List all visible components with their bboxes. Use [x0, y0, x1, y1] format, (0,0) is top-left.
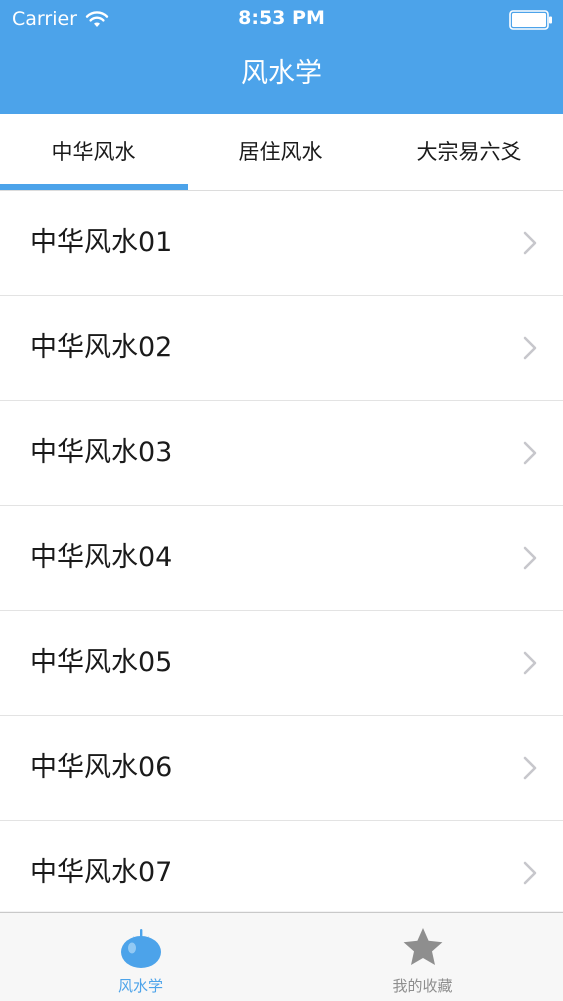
chevron-right-icon: [523, 651, 537, 675]
tabbar-item-fengshuixue[interactable]: 风水学: [0, 913, 281, 1001]
tomato-icon: [120, 929, 161, 968]
list-item-label: 中华风水02: [30, 332, 173, 363]
chevron-right-icon: [523, 231, 537, 255]
bottom-tab-bar: 风水学 我的收藏: [0, 912, 563, 1001]
chevron-right-icon: [523, 756, 537, 780]
list-item[interactable]: 中华风水03: [0, 401, 563, 506]
battery-icon: [509, 10, 552, 30]
list-item[interactable]: 中华风水05: [0, 611, 563, 716]
list-item[interactable]: 中华风水01: [0, 191, 563, 296]
chevron-right-icon: [523, 441, 537, 465]
list-item-label: 中华风水06: [30, 752, 173, 783]
tabbar-label: 风水学: [117, 977, 163, 995]
category-tabs: 中华风水 居住风水 大宗易六爻: [0, 114, 563, 191]
star-icon: [403, 928, 442, 965]
list-item-label: 中华风水04: [30, 542, 173, 573]
list-item[interactable]: 中华风水07: [0, 821, 563, 911]
app-screen: Carrier 8:53 PM 风水学 中华风水 居住风水 大宗易六爻 中华风水…: [0, 0, 563, 1001]
chevron-right-icon: [523, 546, 537, 570]
status-bar: Carrier 8:53 PM: [0, 0, 563, 40]
chevron-right-icon: [523, 861, 537, 885]
list-item[interactable]: 中华风水06: [0, 716, 563, 821]
list-item-label: 中华风水05: [30, 647, 173, 678]
tab-juzhu-fengshui[interactable]: 居住风水: [187, 114, 374, 190]
tab-dazong-yi-liuyao[interactable]: 大宗易六爻: [375, 114, 563, 190]
list-item[interactable]: 中华风水04: [0, 506, 563, 611]
selected-tab-indicator: [0, 184, 188, 190]
list-item-label: 中华风水03: [30, 437, 173, 468]
page-title: 风水学: [241, 58, 322, 89]
article-list: 中华风水01 中华风水02 中华风水03 中华风水04 中华风水05 中华风水0…: [0, 191, 563, 911]
tabbar-item-favorites[interactable]: 我的收藏: [282, 913, 563, 1001]
list-item-label: 中华风水01: [30, 227, 173, 258]
list-item[interactable]: 中华风水02: [0, 296, 563, 401]
header: Carrier 8:53 PM 风水学: [0, 0, 563, 114]
tab-zhonghua-fengshui[interactable]: 中华风水: [0, 114, 187, 190]
list-item-label: 中华风水07: [30, 857, 173, 888]
tabbar-label: 我的收藏: [392, 977, 453, 995]
status-time: 8:53 PM: [238, 7, 325, 29]
chevron-right-icon: [523, 336, 537, 360]
